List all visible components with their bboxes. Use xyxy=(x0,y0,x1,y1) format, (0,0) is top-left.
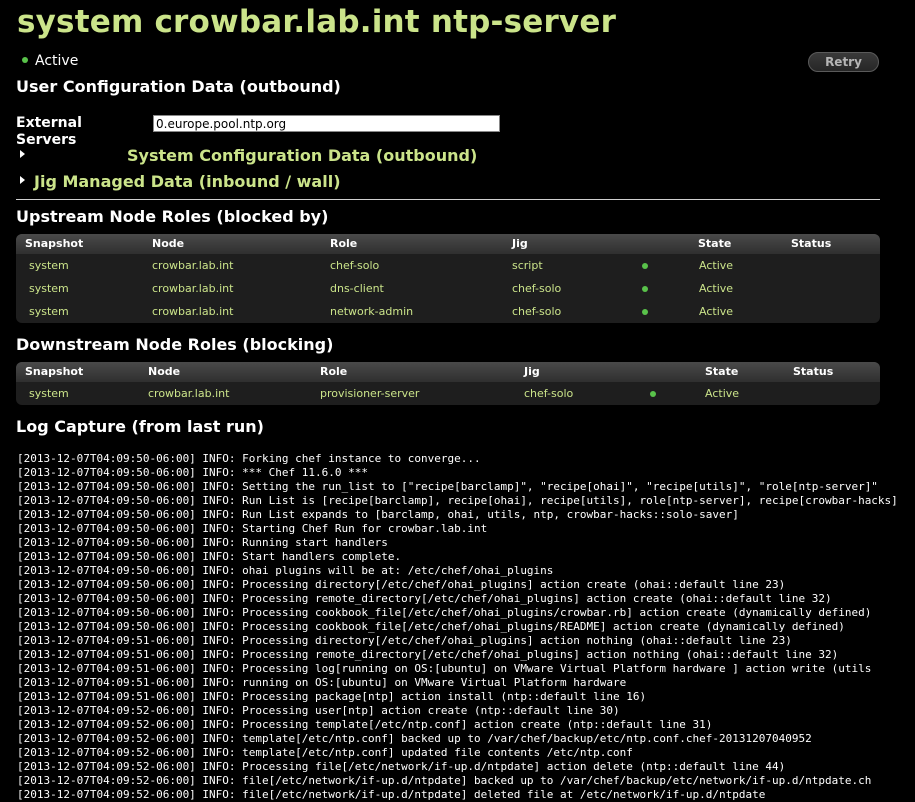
cell-snapshot[interactable]: system xyxy=(29,305,69,318)
table-row: system crowbar.lab.int chef-solo script … xyxy=(16,254,880,277)
state-ok-icon xyxy=(642,286,648,292)
table-header: Snapshot Node Role Jig State Status xyxy=(16,362,880,382)
log-line: [2013-12-07T04:09:52-06:00] INFO: file[/… xyxy=(17,788,766,801)
downstream-heading: Downstream Node Roles (blocking) xyxy=(16,335,334,354)
cell-node[interactable]: crowbar.lab.int xyxy=(148,387,229,400)
cell-snapshot[interactable]: system xyxy=(29,387,69,400)
state-ok-icon xyxy=(642,263,648,269)
log-line: [2013-12-07T04:09:52-06:00] INFO: Proces… xyxy=(17,704,620,717)
external-servers-label-text: External Servers xyxy=(16,115,82,148)
col-status[interactable]: Status xyxy=(791,237,831,250)
status-ok-icon xyxy=(22,57,28,63)
user-config-heading: User Configuration Data (outbound) xyxy=(16,77,341,96)
log-line: [2013-12-07T04:09:50-06:00] INFO: Run Li… xyxy=(17,494,898,507)
cell-state: Active xyxy=(705,387,740,400)
col-state[interactable]: State xyxy=(698,237,731,250)
col-jig[interactable]: Jig xyxy=(524,365,540,378)
expand-jig-data-icon[interactable] xyxy=(20,176,25,184)
state-ok-icon xyxy=(650,391,656,397)
cell-state: Active xyxy=(699,259,734,272)
log-line: [2013-12-07T04:09:50-06:00] INFO: Proces… xyxy=(17,606,872,619)
log-line: [2013-12-07T04:09:50-06:00] INFO: *** Ch… xyxy=(17,466,368,479)
log-line: [2013-12-07T04:09:52-06:00] INFO: templa… xyxy=(17,732,812,745)
log-line: [2013-12-07T04:09:52-06:00] INFO: file[/… xyxy=(17,774,872,787)
cell-state: Active xyxy=(699,305,734,318)
upstream-table: Snapshot Node Role Jig State Status syst… xyxy=(16,234,880,323)
log-line: [2013-12-07T04:09:51-06:00] INFO: Proces… xyxy=(17,648,839,661)
cell-jig: script xyxy=(512,259,543,272)
table-row: system crowbar.lab.int dns-client chef-s… xyxy=(16,277,880,300)
cell-node[interactable]: crowbar.lab.int xyxy=(152,259,233,272)
log-line: [2013-12-07T04:09:50-06:00] INFO: Starti… xyxy=(17,522,488,535)
upstream-heading: Upstream Node Roles (blocked by) xyxy=(16,207,329,226)
log-line: [2013-12-07T04:09:51-06:00] INFO: Proces… xyxy=(17,690,647,703)
page-title: system crowbar.lab.int ntp-server xyxy=(17,4,617,40)
cell-snapshot[interactable]: system xyxy=(29,259,69,272)
cell-snapshot[interactable]: system xyxy=(29,282,69,295)
cell-role[interactable]: chef-solo xyxy=(330,259,379,272)
col-jig[interactable]: Jig xyxy=(512,237,528,250)
table-row: system crowbar.lab.int provisioner-serve… xyxy=(16,382,880,405)
log-capture[interactable]: [2013-12-07T04:09:50-06:00] INFO: Forkin… xyxy=(17,452,915,802)
col-role[interactable]: Role xyxy=(320,365,347,378)
log-line: [2013-12-07T04:09:50-06:00] INFO: Proces… xyxy=(17,592,832,605)
external-servers-input[interactable] xyxy=(153,115,500,132)
cell-jig: chef-solo xyxy=(524,387,574,400)
table-header: Snapshot Node Role Jig State Status xyxy=(16,234,880,254)
section-divider xyxy=(16,199,880,200)
col-state[interactable]: State xyxy=(705,365,738,378)
log-heading: Log Capture (from last run) xyxy=(16,417,264,436)
col-snapshot[interactable]: Snapshot xyxy=(25,237,83,250)
col-role[interactable]: Role xyxy=(330,237,357,250)
log-line: [2013-12-07T04:09:50-06:00] INFO: Start … xyxy=(17,550,402,563)
external-servers-label: External Servers xyxy=(16,115,106,149)
log-line: [2013-12-07T04:09:50-06:00] INFO: Runnin… xyxy=(17,536,388,549)
retry-button[interactable]: Retry xyxy=(808,52,879,72)
log-line: [2013-12-07T04:09:51-06:00] INFO: Proces… xyxy=(17,634,792,647)
system-config-heading[interactable]: System Configuration Data (outbound) xyxy=(127,146,477,165)
cell-state: Active xyxy=(699,282,734,295)
col-status[interactable]: Status xyxy=(793,365,833,378)
log-line: [2013-12-07T04:09:51-06:00] INFO: Proces… xyxy=(17,662,872,675)
log-line: [2013-12-07T04:09:52-06:00] INFO: templa… xyxy=(17,746,633,759)
log-line: [2013-12-07T04:09:50-06:00] INFO: Forkin… xyxy=(17,452,481,465)
col-node[interactable]: Node xyxy=(152,237,184,250)
status-label: Active xyxy=(35,53,79,69)
log-line: [2013-12-07T04:09:50-06:00] INFO: ohai p… xyxy=(17,564,554,577)
col-node[interactable]: Node xyxy=(148,365,180,378)
log-line: [2013-12-07T04:09:50-06:00] INFO: Proces… xyxy=(17,620,845,633)
log-line: [2013-12-07T04:09:50-06:00] INFO: Settin… xyxy=(17,480,878,493)
cell-jig: chef-solo xyxy=(512,305,562,318)
cell-role[interactable]: dns-client xyxy=(330,282,384,295)
expand-system-config-icon[interactable] xyxy=(20,150,25,158)
table-row: system crowbar.lab.int network-admin che… xyxy=(16,300,880,323)
col-snapshot[interactable]: Snapshot xyxy=(25,365,83,378)
log-line: [2013-12-07T04:09:50-06:00] INFO: Proces… xyxy=(17,578,786,591)
node-role-status: Active xyxy=(22,53,78,69)
cell-jig: chef-solo xyxy=(512,282,562,295)
cell-role[interactable]: provisioner-server xyxy=(320,387,419,400)
cell-node[interactable]: crowbar.lab.int xyxy=(152,305,233,318)
cell-role[interactable]: network-admin xyxy=(330,305,413,318)
log-line: [2013-12-07T04:09:52-06:00] INFO: Proces… xyxy=(17,718,713,731)
log-line: [2013-12-07T04:09:51-06:00] INFO: runnin… xyxy=(17,676,627,689)
log-line: [2013-12-07T04:09:52-06:00] INFO: Proces… xyxy=(17,760,786,773)
log-line: [2013-12-07T04:09:50-06:00] INFO: Run Li… xyxy=(17,508,739,521)
cell-node[interactable]: crowbar.lab.int xyxy=(152,282,233,295)
downstream-table: Snapshot Node Role Jig State Status syst… xyxy=(16,362,880,405)
state-ok-icon xyxy=(642,309,648,315)
jig-data-heading[interactable]: Jig Managed Data (inbound / wall) xyxy=(34,172,341,191)
